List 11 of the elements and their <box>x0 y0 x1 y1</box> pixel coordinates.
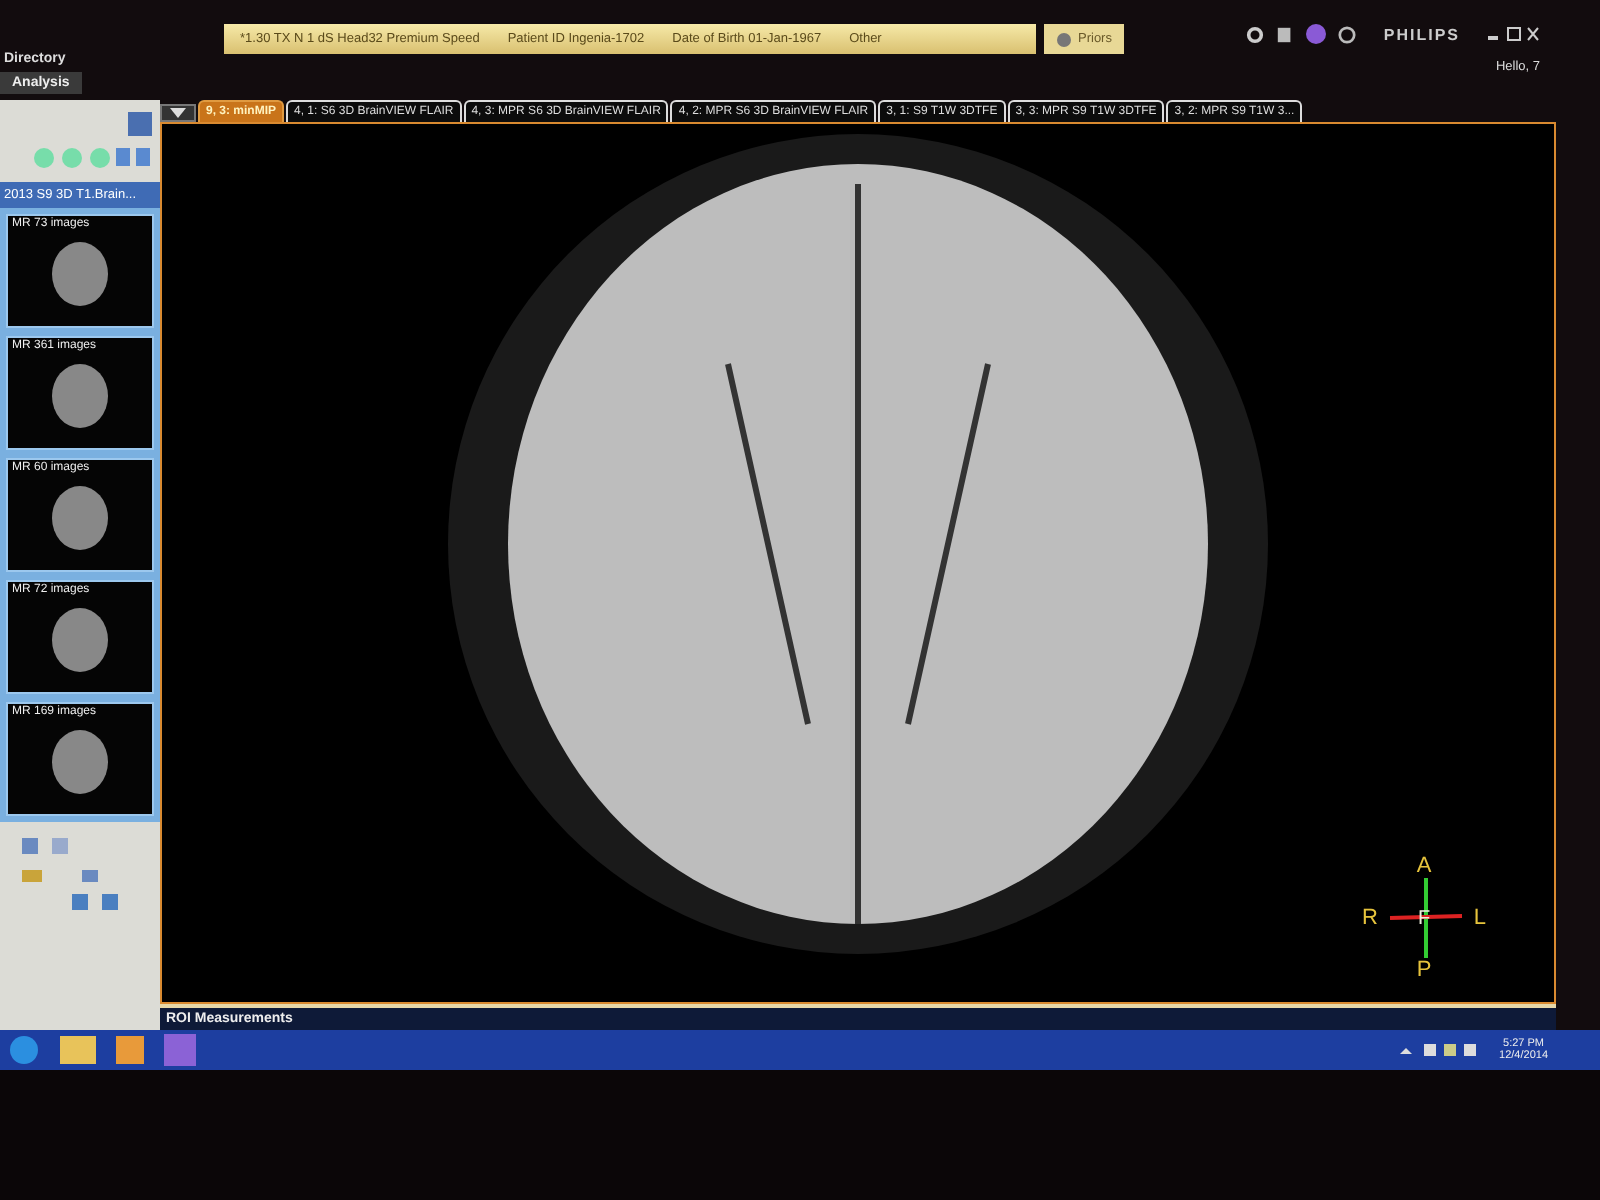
caret-icon <box>170 108 186 118</box>
system-tray-icon[interactable] <box>1399 1042 1480 1058</box>
orientation-label: R <box>1361 906 1378 930</box>
brand-logo-text: PHILIPS <box>1383 25 1460 43</box>
orientation-label: F <box>1418 908 1431 930</box>
orientation-label: L <box>1473 906 1487 930</box>
orientation-label: A <box>1416 854 1432 878</box>
tab-menu-button[interactable] <box>160 104 196 122</box>
orientation-label: P <box>1416 958 1432 982</box>
axis-cross-icon <box>1385 878 1466 958</box>
window-controls-icon[interactable] <box>1488 26 1540 42</box>
